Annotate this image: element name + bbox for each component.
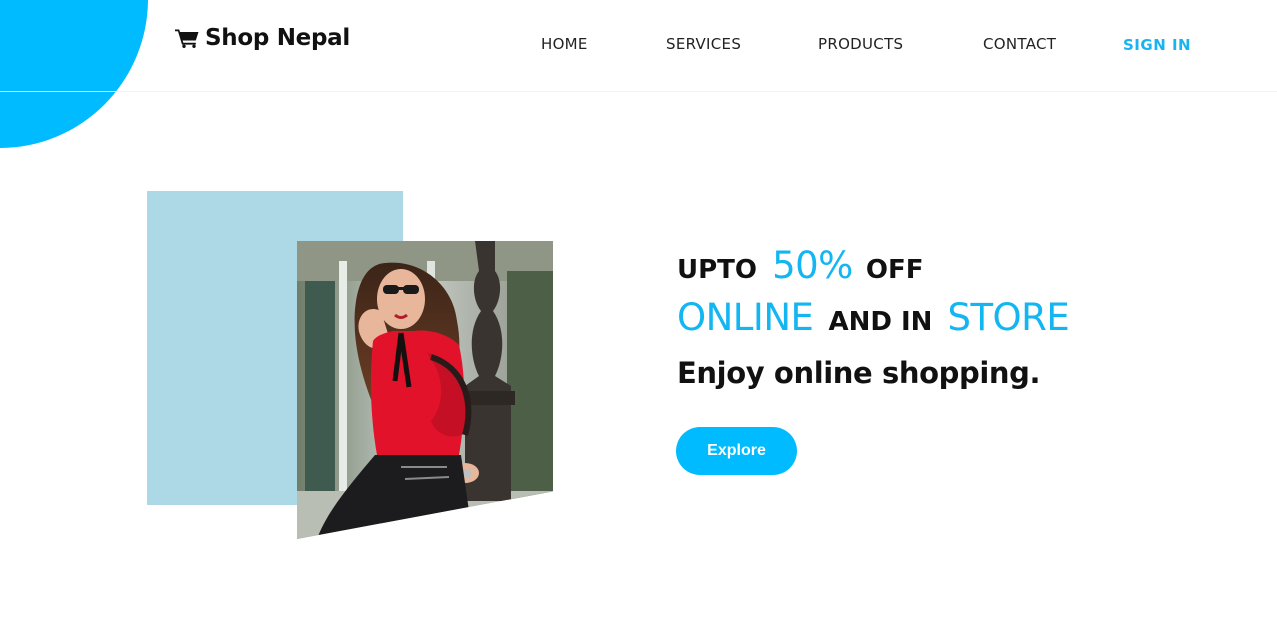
explore-button[interactable]: Explore <box>676 427 797 475</box>
nav-home-link[interactable]: HOME <box>541 35 588 53</box>
online-text: ONLINE <box>677 296 814 339</box>
nav-services-link[interactable]: SERVICES <box>666 35 741 53</box>
discount-percent: 50% <box>772 244 853 287</box>
store-text: STORE <box>947 296 1070 339</box>
channels-headline: ONLINE AND IN STORE <box>677 296 1070 339</box>
discount-headline: UPTO 50% OFF <box>677 244 924 287</box>
nav-products-link[interactable]: PRODUCTS <box>818 35 903 53</box>
cart-icon <box>175 29 199 48</box>
nav-contact-link[interactable]: CONTACT <box>983 35 1056 53</box>
tagline: Enjoy online shopping. <box>677 356 1041 390</box>
page: Shop Nepal HOME SERVICES PRODUCTS CONTAC… <box>0 0 1277 622</box>
site-header: Shop Nepal HOME SERVICES PRODUCTS CONTAC… <box>0 0 1277 92</box>
off-text: OFF <box>865 255 924 285</box>
upto-text: UPTO <box>677 255 758 285</box>
and-in-text: AND IN <box>828 307 933 337</box>
logo-text: Shop Nepal <box>205 25 350 51</box>
sign-in-link[interactable]: SIGN IN <box>1123 36 1191 54</box>
logo-link[interactable]: Shop Nepal <box>175 23 350 53</box>
hero-image <box>297 241 553 539</box>
fashion-model-photo <box>297 241 553 539</box>
